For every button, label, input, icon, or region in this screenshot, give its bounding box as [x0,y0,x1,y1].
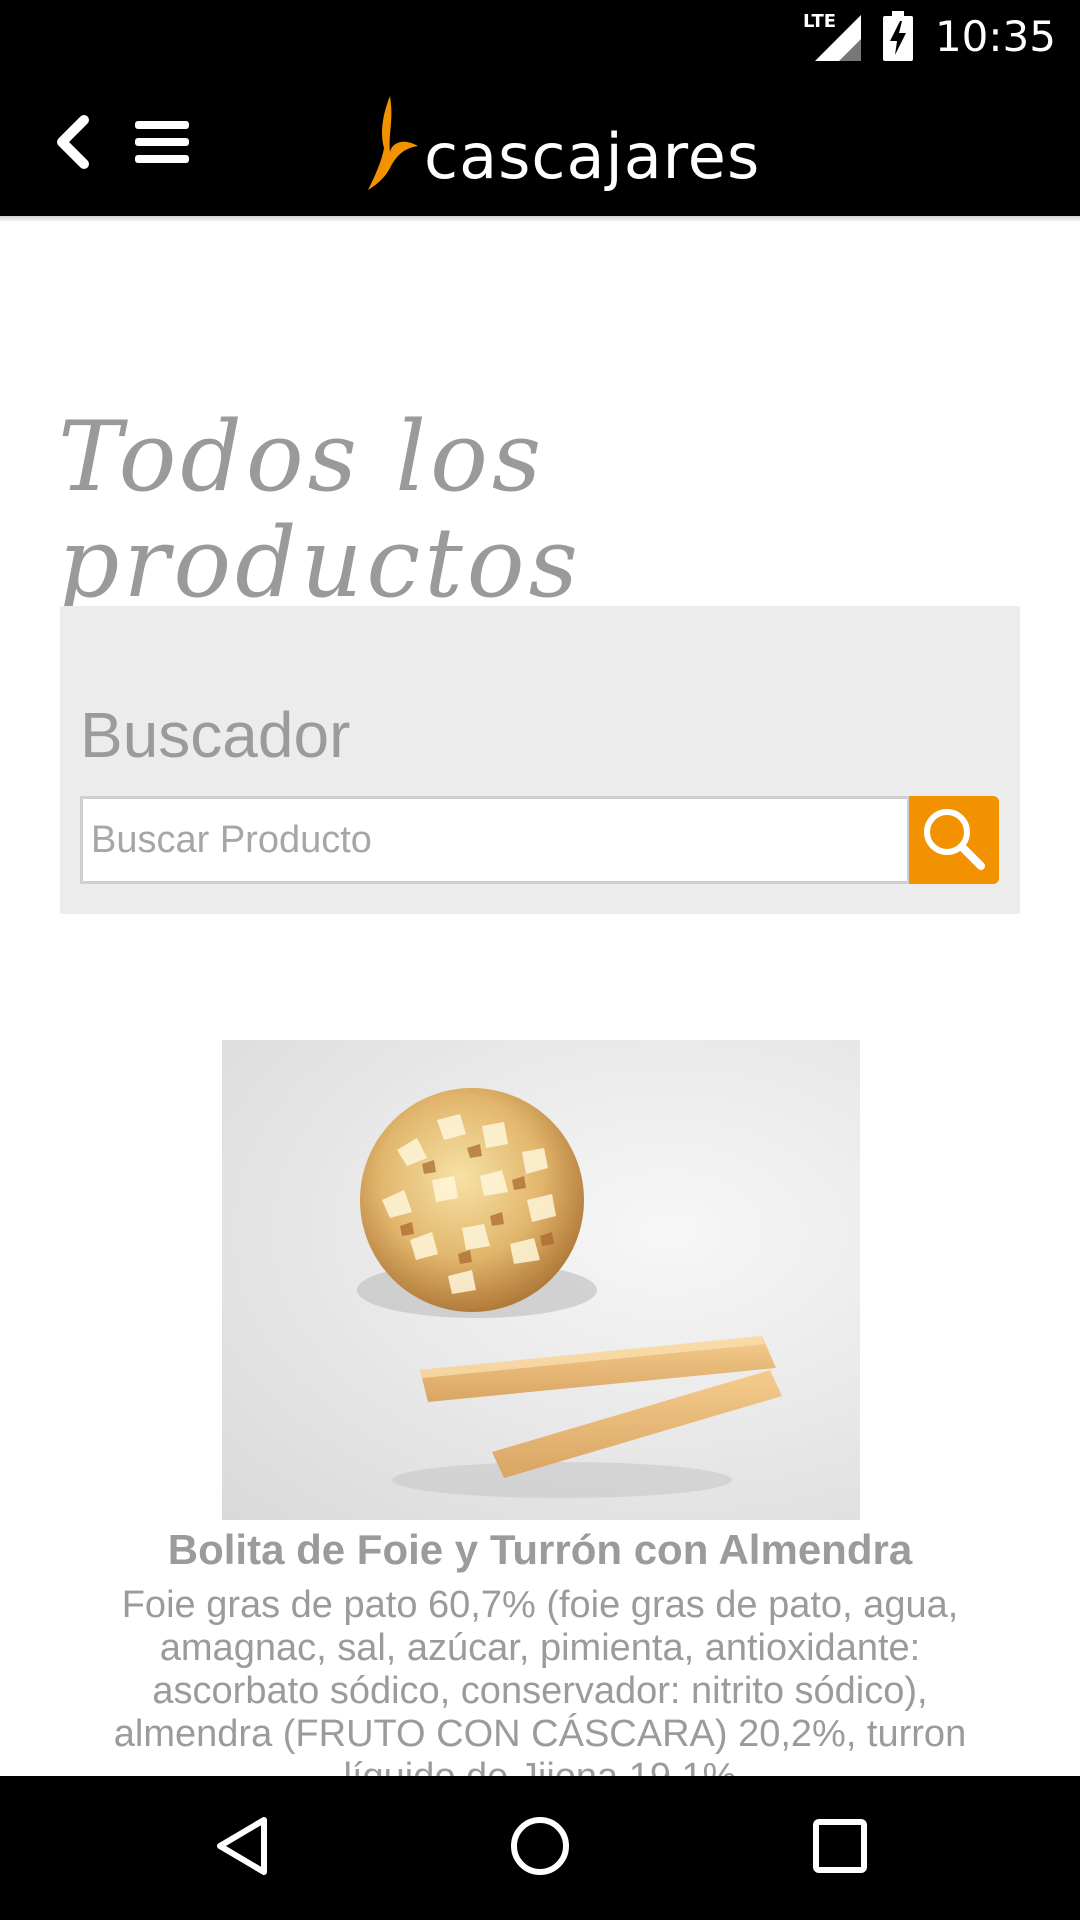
battery-charging-icon [882,11,913,61]
hamburger-menu-icon [135,119,189,169]
back-arrow-icon [50,114,94,174]
signal-lte-icon: LTE [803,11,861,61]
product-description: Foie gras de pato 60,7% (foie gras de pa… [113,1584,967,1798]
search-panel: Buscador [60,606,1020,914]
back-triangle-icon [212,1814,272,1882]
home-circle-icon [508,1814,572,1882]
status-bar: LTE 10:35 [0,0,1080,72]
product-name[interactable]: Bolita de Foie y Turrón con Almendra [0,1526,1080,1574]
brand-name: cascajares [424,120,761,193]
brand-logo[interactable]: cascajares [360,96,760,196]
navigation-bar [0,1776,1080,1920]
search-button[interactable] [909,796,999,884]
flame-logo-icon [360,94,420,196]
status-icons: LTE 10:35 [803,8,1056,64]
status-time: 10:35 [934,11,1056,61]
menu-button[interactable] [120,102,204,186]
recents-square-icon [810,1816,870,1880]
nav-recents-button[interactable] [780,1800,900,1896]
nav-back-button[interactable] [182,1800,302,1896]
nav-home-button[interactable] [480,1800,600,1896]
page-title: Todos los productos [58,401,582,619]
app-bar: cascajares [0,72,1080,216]
search-input[interactable] [80,796,910,884]
product-photo[interactable] [222,1040,860,1520]
app-bar-shadow [0,216,1080,222]
network-type-label: LTE [802,11,837,32]
search-heading: Buscador [80,699,351,771]
search-icon [919,804,989,877]
back-button[interactable] [30,102,114,186]
